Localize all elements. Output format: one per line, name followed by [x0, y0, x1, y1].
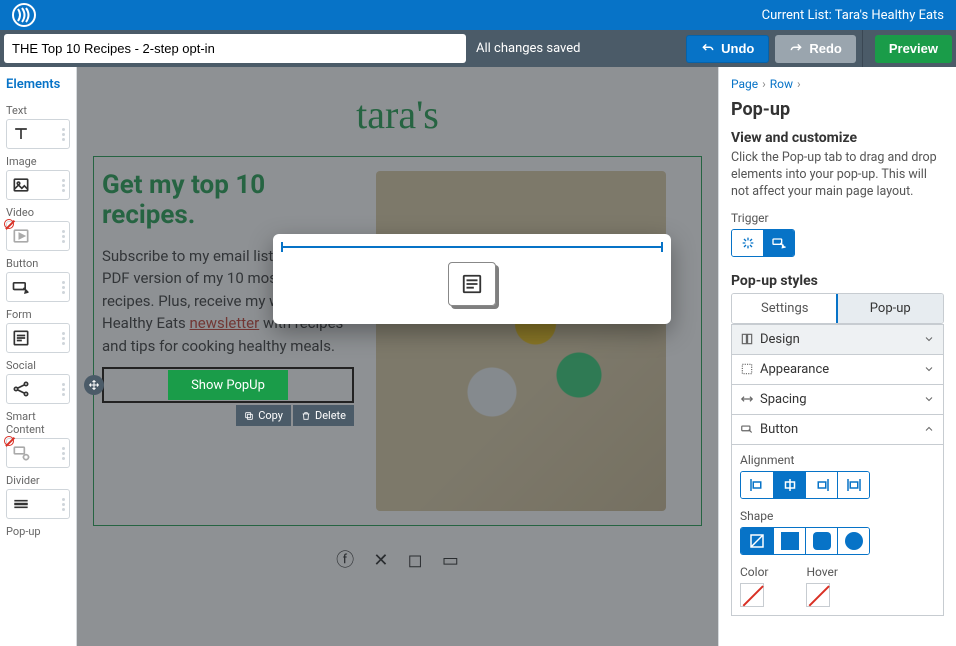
element-divider[interactable]	[6, 489, 70, 519]
panel-title: Pop-up	[731, 99, 944, 120]
hero-image	[376, 171, 666, 511]
elements-sidebar: Elements Text Image Video Button Form So…	[0, 67, 77, 646]
section-appearance[interactable]: Appearance	[732, 354, 943, 384]
app-logo[interactable]	[12, 3, 36, 27]
shape-none-icon[interactable]	[741, 528, 773, 554]
chevron-up-icon	[923, 423, 935, 435]
shape-pill-icon[interactable]	[837, 528, 869, 554]
canvas: tara's Get my top 10 recipes. Subscribe …	[77, 67, 718, 646]
chevron-down-icon	[923, 333, 935, 345]
section-button[interactable]: Button	[732, 414, 943, 444]
disabled-icon	[4, 436, 14, 446]
align-right-icon[interactable]	[805, 472, 837, 498]
element-image[interactable]	[6, 170, 70, 200]
popup-dropzone[interactable]	[273, 234, 671, 324]
shape-square-icon[interactable]	[773, 528, 805, 554]
element-video[interactable]	[6, 221, 70, 251]
headline: Get my top 10 recipes.	[102, 171, 356, 231]
selected-button-element[interactable]: Show PopUp	[102, 367, 354, 403]
sidebar-title: Elements	[6, 73, 70, 98]
element-form[interactable]	[6, 323, 70, 353]
social-icons: ⓕ ✕ ◻ ▭	[93, 546, 702, 572]
align-center-icon[interactable]	[773, 472, 805, 498]
styles-title: Pop-up styles	[731, 273, 944, 289]
element-text[interactable]	[6, 119, 70, 149]
shape-rounded-icon[interactable]	[805, 528, 837, 554]
delete-button[interactable]: Delete	[293, 405, 354, 426]
element-button[interactable]	[6, 272, 70, 302]
current-list-label[interactable]: Current List: Tara's Healthy Eats	[762, 8, 944, 23]
align-stretch-icon[interactable]	[837, 472, 869, 498]
hover-swatch[interactable]	[806, 583, 830, 607]
page-title-input[interactable]	[4, 34, 466, 63]
trigger-click-icon[interactable]	[763, 230, 794, 256]
section-spacing[interactable]: Spacing	[732, 384, 943, 414]
newsletter-link[interactable]: newsletter	[190, 314, 260, 332]
breadcrumb[interactable]: Page›Row›	[731, 77, 944, 91]
tab-settings[interactable]: Settings	[732, 294, 838, 323]
alignment-segmented[interactable]	[740, 471, 870, 499]
redo-button[interactable]: Redo	[775, 35, 856, 63]
element-social[interactable]	[6, 374, 70, 404]
facebook-icon: ⓕ	[336, 550, 354, 571]
color-swatch[interactable]	[740, 583, 764, 607]
brand-logo: tara's	[93, 91, 702, 138]
chevron-down-icon	[923, 393, 935, 405]
instagram-icon: ◻	[408, 550, 423, 571]
ruler-icon	[281, 246, 663, 248]
element-smart-content[interactable]	[6, 438, 70, 468]
inspector-panel: Page›Row› Pop-up View and customize Clic…	[718, 67, 956, 646]
save-status: All changes saved	[476, 41, 581, 56]
subheading: View and customize	[731, 130, 944, 146]
disabled-icon	[4, 219, 14, 229]
copy-button[interactable]: Copy	[236, 405, 291, 426]
form-slot-icon[interactable]	[448, 262, 496, 306]
align-left-icon[interactable]	[741, 472, 773, 498]
twitter-icon: ✕	[373, 550, 388, 571]
trigger-segmented[interactable]	[731, 229, 795, 257]
undo-button[interactable]: Undo	[686, 35, 769, 63]
move-handle-icon[interactable]	[84, 375, 104, 395]
tab-popup[interactable]: Pop-up	[838, 294, 944, 323]
chevron-down-icon	[923, 363, 935, 375]
trigger-timer-icon[interactable]	[732, 230, 763, 256]
section-design[interactable]: Design	[732, 324, 943, 354]
shape-segmented[interactable]	[740, 527, 870, 555]
show-popup-button[interactable]: Show PopUp	[168, 370, 288, 400]
preview-button[interactable]: Preview	[875, 35, 952, 63]
help-text: Click the Pop-up tab to drag and drop el…	[731, 150, 944, 201]
youtube-icon: ▭	[442, 550, 459, 571]
